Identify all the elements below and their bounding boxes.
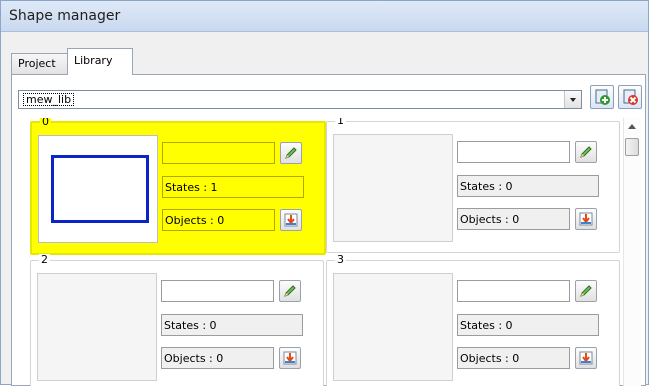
new-library-button[interactable] [590,85,614,109]
title-bar: Shape manager [1,1,648,32]
scroll-up-arrow-icon[interactable] [628,124,636,129]
pencil-icon [580,146,592,158]
vertical-scrollbar[interactable] [623,118,641,386]
dropdown-arrow-icon[interactable] [564,91,581,108]
tab-project[interactable]: Project [11,53,69,74]
pencil-icon [284,285,296,297]
edit-name-button[interactable] [280,142,302,164]
import-objects-button[interactable] [575,347,597,369]
shape-manager-window: Shape manager Project Library mew_lib 0 [0,0,649,386]
new-library-icon [595,89,610,105]
shape-name-field[interactable] [162,142,275,164]
states-count: States : 0 [460,180,513,193]
shape-cell-number: 0 [40,118,51,128]
import-objects-button[interactable] [575,208,597,230]
delete-library-button[interactable] [618,85,642,109]
states-count: States : 1 [165,181,218,194]
objects-field: Objects : 0 [162,209,275,231]
objects-count: Objects : 0 [165,214,225,227]
shape-preview[interactable] [333,273,453,381]
shape-cell-3[interactable]: 3 States : 0 Objects : 0 [326,254,620,386]
shape-name-field[interactable] [457,141,570,163]
edit-name-button[interactable] [575,280,597,302]
shape-cell-0[interactable]: 0 States : 1 Objects : 0 [30,118,326,255]
shape-grid: 0 States : 1 Objects : 0 1 States : 0 Ob… [30,118,620,386]
edit-name-button[interactable] [575,141,597,163]
pencil-icon [580,285,592,297]
shape-preview[interactable] [37,273,157,381]
objects-field: Objects : 0 [457,208,570,230]
library-select-value: mew_lib [23,93,75,106]
pencil-icon [285,147,297,159]
import-icon [283,351,297,365]
import-objects-button[interactable] [280,209,302,231]
library-select[interactable]: mew_lib [18,90,582,109]
objects-field: Objects : 0 [161,347,274,369]
shape-cell-number: 2 [39,253,50,266]
window-title: Shape manager [9,8,121,24]
shape-preview[interactable] [333,134,453,242]
import-icon [284,213,298,227]
states-count: States : 0 [164,319,217,332]
objects-count: Objects : 0 [460,213,520,226]
edit-name-button[interactable] [279,280,301,302]
states-field: States : 0 [457,314,599,336]
shape-preview[interactable] [38,135,158,243]
states-count: States : 0 [460,319,513,332]
shape-cell-2[interactable]: 2 States : 0 Objects : 0 [30,254,324,386]
shape-cell-number: 3 [335,253,346,266]
rectangle-shape-icon [51,155,149,223]
tab-library[interactable]: Library [67,48,133,75]
scrollbar-thumb[interactable] [625,138,639,156]
states-field: States : 0 [161,314,303,336]
delete-library-icon [623,89,638,105]
states-field: States : 1 [162,176,304,198]
import-icon [579,351,593,365]
shape-cell-number: 1 [335,118,346,127]
objects-count: Objects : 0 [460,352,520,365]
shape-name-field[interactable] [457,280,570,302]
import-icon [579,212,593,226]
objects-field: Objects : 0 [457,347,570,369]
shape-name-field[interactable] [161,280,274,302]
shape-cell-1[interactable]: 1 States : 0 Objects : 0 [326,118,620,253]
import-objects-button[interactable] [279,347,301,369]
states-field: States : 0 [457,175,599,197]
objects-count: Objects : 0 [164,352,224,365]
